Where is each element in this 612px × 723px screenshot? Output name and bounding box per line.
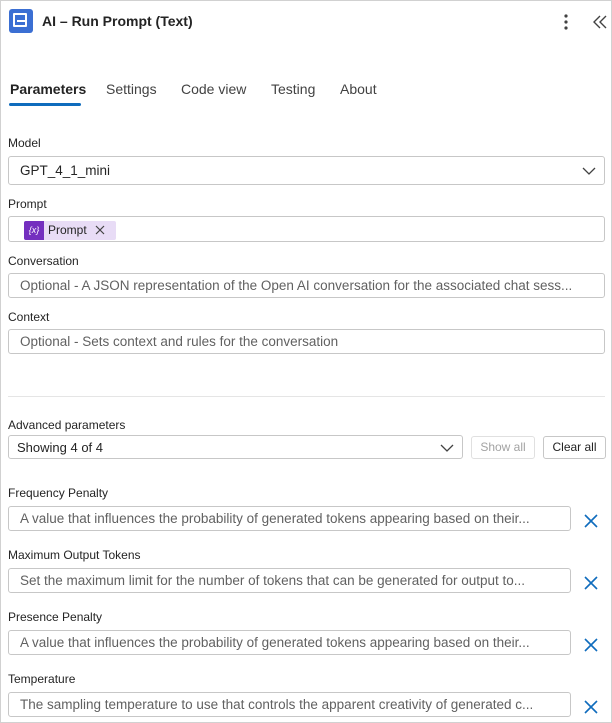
remove-parameter-icon[interactable]	[583, 575, 599, 591]
presence-penalty-input[interactable]: A value that influences the probability …	[8, 630, 571, 655]
close-icon[interactable]	[95, 224, 105, 236]
chevron-down-icon	[582, 167, 596, 175]
panel-title: AI – Run Prompt (Text)	[42, 13, 193, 29]
conversation-input[interactable]: Optional - A JSON representation of the …	[8, 273, 605, 298]
collapse-panel-icon[interactable]	[591, 12, 609, 32]
context-placeholder: Optional - Sets context and rules for th…	[20, 334, 339, 349]
more-options-icon[interactable]	[557, 12, 575, 32]
frequency-penalty-placeholder: A value that influences the probability …	[20, 511, 530, 526]
max-output-tokens-input[interactable]: Set the maximum limit for the number of …	[8, 568, 571, 593]
temperature-input[interactable]: The sampling temperature to use that con…	[8, 692, 571, 717]
prompt-token-label: Prompt	[48, 223, 87, 237]
remove-parameter-icon[interactable]	[583, 699, 599, 715]
prompt-label: Prompt	[8, 197, 47, 211]
presence-penalty-label: Presence Penalty	[8, 610, 103, 624]
tab-code-view[interactable]: Code view	[181, 81, 246, 97]
prompt-token: {x} Prompt	[24, 221, 116, 240]
chevron-down-icon	[440, 444, 454, 452]
temperature-label: Temperature	[8, 672, 76, 686]
clear-all-button[interactable]: Clear all	[543, 436, 606, 459]
conversation-label: Conversation	[8, 254, 79, 268]
tab-testing[interactable]: Testing	[271, 81, 315, 97]
temperature-placeholder: The sampling temperature to use that con…	[20, 697, 534, 712]
panel-header: AI – Run Prompt (Text)	[1, 1, 611, 43]
section-divider	[8, 396, 605, 397]
show-all-button[interactable]: Show all	[471, 436, 535, 459]
remove-parameter-icon[interactable]	[583, 513, 599, 529]
prompt-input[interactable]: {x} Prompt	[8, 216, 605, 242]
max-output-tokens-label: Maximum Output Tokens	[8, 548, 141, 562]
model-label: Model	[8, 136, 41, 150]
context-input[interactable]: Optional - Sets context and rules for th…	[8, 329, 605, 354]
model-select[interactable]: GPT_4_1_mini	[8, 156, 605, 185]
model-value: GPT_4_1_mini	[20, 163, 111, 178]
advanced-parameters-label: Advanced parameters	[8, 418, 126, 432]
advanced-parameters-value: Showing 4 of 4	[17, 440, 104, 455]
frequency-penalty-input[interactable]: A value that influences the probability …	[8, 506, 571, 531]
presence-penalty-placeholder: A value that influences the probability …	[20, 635, 530, 650]
tab-about[interactable]: About	[340, 81, 377, 97]
frequency-penalty-label: Frequency Penalty	[8, 486, 109, 500]
app-logo-icon	[9, 9, 33, 33]
advanced-parameters-select[interactable]: Showing 4 of 4	[8, 435, 463, 459]
conversation-placeholder: Optional - A JSON representation of the …	[20, 278, 573, 293]
active-tab-indicator	[9, 103, 81, 106]
context-label: Context	[8, 310, 50, 324]
max-output-tokens-placeholder: Set the maximum limit for the number of …	[20, 573, 526, 588]
tab-settings[interactable]: Settings	[106, 81, 157, 97]
variable-icon: {x}	[24, 221, 44, 240]
tab-bar: Parameters Settings Code view Testing Ab…	[1, 77, 611, 107]
remove-parameter-icon[interactable]	[583, 637, 599, 653]
panel: AI – Run Prompt (Text) Parameters Settin…	[0, 0, 612, 723]
tab-parameters[interactable]: Parameters	[10, 81, 86, 97]
